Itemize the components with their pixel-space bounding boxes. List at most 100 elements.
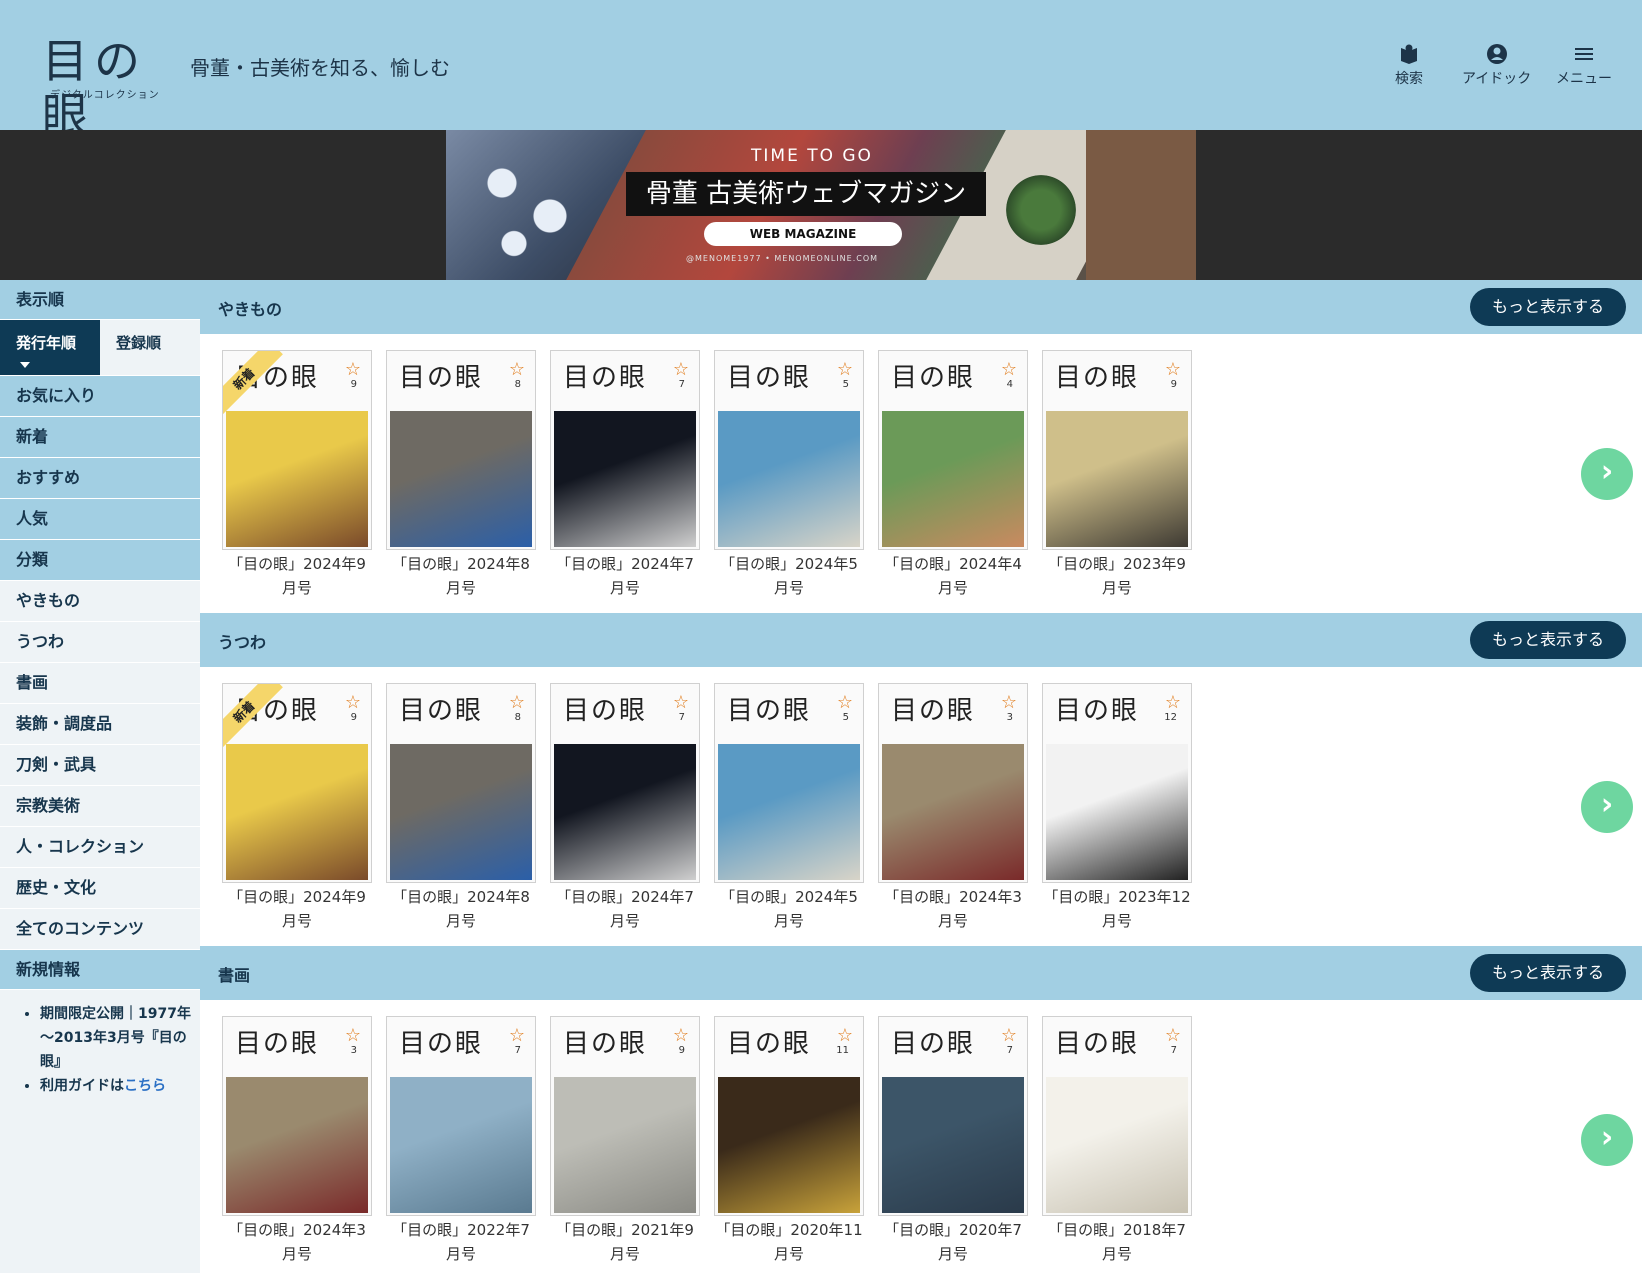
favorite-star-icon[interactable]: ☆ bbox=[837, 1025, 853, 1046]
sidebar-item[interactable]: 人気 bbox=[0, 499, 200, 540]
favorite-star-icon[interactable]: ☆ bbox=[509, 1025, 525, 1046]
magazine-cover[interactable]: 目の眼 ☆ 9 bbox=[550, 1016, 700, 1216]
magazine-card[interactable]: 目の眼 ☆ 3 「目の眼」2024年3月号 bbox=[222, 1016, 372, 1266]
magazine-caption[interactable]: 「目の眼」2021年9月号 bbox=[550, 1218, 700, 1266]
favorite-star-icon[interactable]: ☆ bbox=[673, 1025, 689, 1046]
sidebar-item[interactable]: 宗教美術 bbox=[0, 786, 200, 827]
sort-by-registration[interactable]: 登録順 bbox=[100, 320, 200, 375]
magazine-caption[interactable]: 「目の眼」2024年5月号 bbox=[714, 885, 864, 933]
favorite-star-icon[interactable]: ☆ bbox=[345, 359, 361, 380]
magazine-caption[interactable]: 「目の眼」2024年3月号 bbox=[222, 1218, 372, 1266]
magazine-card[interactable]: 目の眼 ☆ 5 「目の眼」2024年5月号 bbox=[714, 350, 864, 600]
magazine-card[interactable]: 目の眼 ☆ 8 「目の眼」2024年8月号 bbox=[386, 350, 536, 600]
sidebar-item[interactable]: 刀剣・武具 bbox=[0, 745, 200, 786]
magazine-card[interactable]: 目の眼 ☆ 9 新着 「目の眼」2024年9月号 bbox=[222, 350, 372, 600]
favorite-star-icon[interactable]: ☆ bbox=[673, 692, 689, 713]
magazine-caption[interactable]: 「目の眼」2024年5月号 bbox=[714, 552, 864, 600]
magazine-card[interactable]: 目の眼 ☆ 9 「目の眼」2021年9月号 bbox=[550, 1016, 700, 1266]
favorite-star-icon[interactable]: ☆ bbox=[1165, 1025, 1181, 1046]
magazine-cover[interactable]: 目の眼 ☆ 8 bbox=[386, 683, 536, 883]
magazine-cover[interactable]: 目の眼 ☆ 9 bbox=[1042, 350, 1192, 550]
favorite-star-icon[interactable]: ☆ bbox=[1001, 1025, 1017, 1046]
magazine-cover[interactable]: 目の眼 ☆ 7 bbox=[1042, 1016, 1192, 1216]
magazine-cover[interactable]: 目の眼 ☆ 4 bbox=[878, 350, 1028, 550]
magazine-cover[interactable]: 目の眼 ☆ 11 bbox=[714, 1016, 864, 1216]
next-arrow-icon[interactable]: › bbox=[1581, 781, 1633, 833]
news-item[interactable]: 期間限定公開｜1977年～2013年3月号『目の眼』 bbox=[40, 1002, 192, 1074]
magazine-caption[interactable]: 「目の眼」2024年4月号 bbox=[878, 552, 1028, 600]
sidebar-item[interactable]: やきもの bbox=[0, 581, 200, 622]
site-logo[interactable]: 目の眼 デジタルコレクション bbox=[42, 34, 162, 142]
magazine-caption[interactable]: 「目の眼」2023年12月号 bbox=[1042, 885, 1192, 933]
magazine-cover[interactable]: 目の眼 ☆ 7 bbox=[878, 1016, 1028, 1216]
magazine-card[interactable]: 目の眼 ☆ 8 「目の眼」2024年8月号 bbox=[386, 683, 536, 933]
favorite-star-icon[interactable]: ☆ bbox=[509, 359, 525, 380]
favorite-star-icon[interactable]: ☆ bbox=[837, 359, 853, 380]
favorite-star-icon[interactable]: ☆ bbox=[1165, 692, 1181, 713]
magazine-cover[interactable]: 目の眼 ☆ 7 bbox=[386, 1016, 536, 1216]
show-more-button[interactable]: もっと表示する bbox=[1470, 288, 1626, 326]
magazine-caption[interactable]: 「目の眼」2018年7月号 bbox=[1042, 1218, 1192, 1266]
sidebar-item[interactable]: お気に入り bbox=[0, 376, 200, 417]
magazine-card[interactable]: 目の眼 ☆ 9 新着 「目の眼」2024年9月号 bbox=[222, 683, 372, 933]
next-arrow-icon[interactable]: › bbox=[1581, 1114, 1633, 1166]
show-more-button[interactable]: もっと表示する bbox=[1470, 954, 1626, 992]
favorite-star-icon[interactable]: ☆ bbox=[673, 359, 689, 380]
search-nav[interactable]: 検索 bbox=[1395, 42, 1423, 88]
magazine-card[interactable]: 目の眼 ☆ 3 「目の眼」2024年3月号 bbox=[878, 683, 1028, 933]
magazine-cover[interactable]: 目の眼 ☆ 7 bbox=[550, 683, 700, 883]
sidebar-item[interactable]: 分類 bbox=[0, 540, 200, 581]
magazine-card[interactable]: 目の眼 ☆ 7 「目の眼」2018年7月号 bbox=[1042, 1016, 1192, 1266]
favorite-star-icon[interactable]: ☆ bbox=[837, 692, 853, 713]
favorite-star-icon[interactable]: ☆ bbox=[1001, 359, 1017, 380]
sidebar-item[interactable]: 人・コレクション bbox=[0, 827, 200, 868]
web-magazine-banner[interactable]: TIME TO GO 骨董 古美術ウェブマガジン WEB MAGAZINE @M… bbox=[446, 130, 1196, 280]
magazine-caption[interactable]: 「目の眼」2024年9月号 bbox=[222, 552, 372, 600]
sidebar-item[interactable]: 新着 bbox=[0, 417, 200, 458]
show-more-button[interactable]: もっと表示する bbox=[1470, 621, 1626, 659]
sidebar-item[interactable]: おすすめ bbox=[0, 458, 200, 499]
magazine-cover[interactable]: 目の眼 ☆ 5 bbox=[714, 683, 864, 883]
favorite-star-icon[interactable]: ☆ bbox=[509, 692, 525, 713]
sort-by-issue-date[interactable]: 発行年順 bbox=[0, 320, 100, 375]
magazine-card[interactable]: 目の眼 ☆ 4 「目の眼」2024年4月号 bbox=[878, 350, 1028, 600]
magazine-card[interactable]: 目の眼 ☆ 11 「目の眼」2020年11月号 bbox=[714, 1016, 864, 1266]
magazine-cover[interactable]: 目の眼 ☆ 12 bbox=[1042, 683, 1192, 883]
guide-link[interactable]: こちら bbox=[124, 1078, 166, 1094]
sidebar-item[interactable]: 装飾・調度品 bbox=[0, 704, 200, 745]
banner-web-magazine-button[interactable]: WEB MAGAZINE bbox=[704, 222, 902, 246]
sidebar-item[interactable]: 書画 bbox=[0, 663, 200, 704]
magazine-card[interactable]: 目の眼 ☆ 7 「目の眼」2024年7月号 bbox=[550, 350, 700, 600]
magazine-card[interactable]: 目の眼 ☆ 7 「目の眼」2020年7月号 bbox=[878, 1016, 1028, 1266]
magazine-cover[interactable]: 目の眼 ☆ 3 bbox=[878, 683, 1028, 883]
magazine-card[interactable]: 目の眼 ☆ 7 「目の眼」2022年7月号 bbox=[386, 1016, 536, 1266]
magazine-cover[interactable]: 目の眼 ☆ 9 新着 bbox=[222, 683, 372, 883]
magazine-caption[interactable]: 「目の眼」2024年7月号 bbox=[550, 552, 700, 600]
magazine-caption[interactable]: 「目の眼」2024年8月号 bbox=[386, 552, 536, 600]
favorite-star-icon[interactable]: ☆ bbox=[345, 692, 361, 713]
magazine-caption[interactable]: 「目の眼」2022年7月号 bbox=[386, 1218, 536, 1266]
magazine-caption[interactable]: 「目の眼」2024年9月号 bbox=[222, 885, 372, 933]
sidebar-item[interactable]: うつわ bbox=[0, 622, 200, 663]
magazine-card[interactable]: 目の眼 ☆ 5 「目の眼」2024年5月号 bbox=[714, 683, 864, 933]
magazine-caption[interactable]: 「目の眼」2023年9月号 bbox=[1042, 552, 1192, 600]
magazine-caption[interactable]: 「目の眼」2020年11月号 bbox=[714, 1218, 864, 1266]
magazine-caption[interactable]: 「目の眼」2024年7月号 bbox=[550, 885, 700, 933]
magazine-cover[interactable]: 目の眼 ☆ 3 bbox=[222, 1016, 372, 1216]
magazine-card[interactable]: 目の眼 ☆ 9 「目の眼」2023年9月号 bbox=[1042, 350, 1192, 600]
magazine-caption[interactable]: 「目の眼」2024年3月号 bbox=[878, 885, 1028, 933]
magazine-cover[interactable]: 目の眼 ☆ 5 bbox=[714, 350, 864, 550]
favorite-star-icon[interactable]: ☆ bbox=[345, 1025, 361, 1046]
magazine-cover[interactable]: 目の眼 ☆ 8 bbox=[386, 350, 536, 550]
magazine-cover[interactable]: 目の眼 ☆ 9 新着 bbox=[222, 350, 372, 550]
menu-nav[interactable]: メニュー bbox=[1556, 42, 1612, 88]
sidebar-item[interactable]: 歴史・文化 bbox=[0, 868, 200, 909]
favorite-star-icon[interactable]: ☆ bbox=[1165, 359, 1181, 380]
magazine-cover[interactable]: 目の眼 ☆ 7 bbox=[550, 350, 700, 550]
magazine-card[interactable]: 目の眼 ☆ 7 「目の眼」2024年7月号 bbox=[550, 683, 700, 933]
magazine-card[interactable]: 目の眼 ☆ 12 「目の眼」2023年12月号 bbox=[1042, 683, 1192, 933]
account-nav[interactable]: アイドック bbox=[1462, 42, 1531, 88]
magazine-caption[interactable]: 「目の眼」2020年7月号 bbox=[878, 1218, 1028, 1266]
sidebar-item[interactable]: 全てのコンテンツ bbox=[0, 909, 200, 950]
magazine-caption[interactable]: 「目の眼」2024年8月号 bbox=[386, 885, 536, 933]
